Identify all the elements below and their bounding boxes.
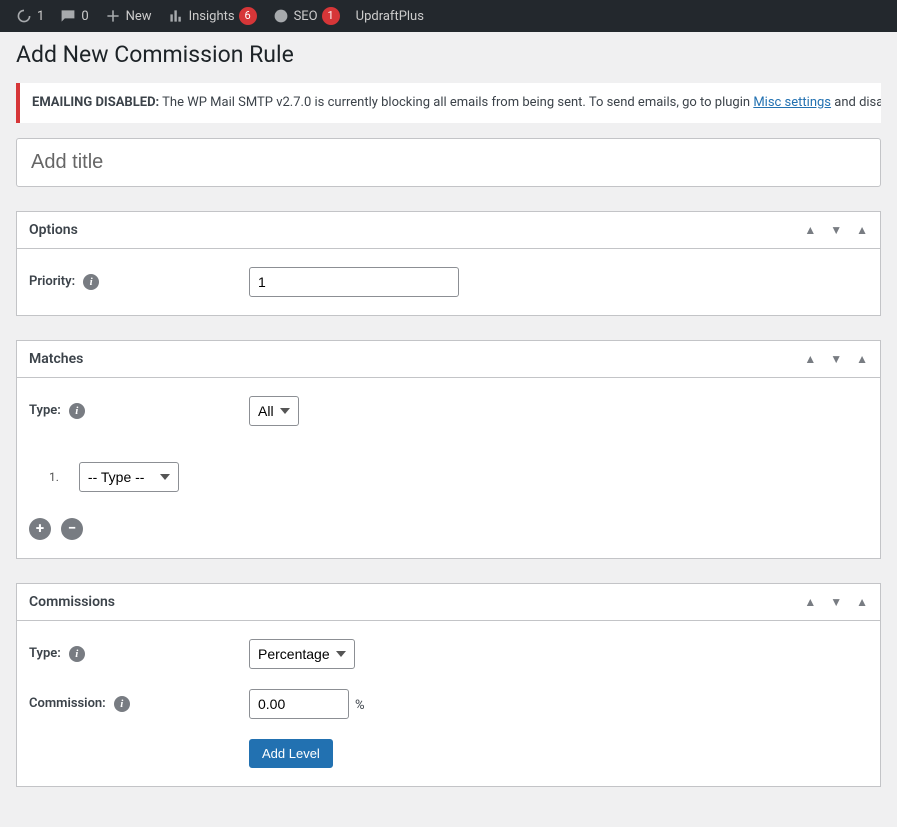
title-input[interactable]: [16, 138, 881, 187]
plus-icon: [105, 8, 121, 24]
updraft-item[interactable]: UpdraftPlus: [348, 0, 432, 32]
options-header: Options ▲ ▼ ▲: [17, 212, 880, 249]
seo-item[interactable]: SEO 1: [265, 0, 348, 32]
chevron-down-icon[interactable]: ▼: [830, 223, 842, 237]
info-icon[interactable]: i: [69, 403, 85, 419]
commissions-box: Commissions ▲ ▼ ▲ Type: i Percentage Com…: [16, 583, 881, 787]
matches-title: Matches: [29, 351, 83, 367]
info-icon[interactable]: i: [114, 696, 130, 712]
add-match-button[interactable]: +: [29, 518, 51, 540]
commission-suffix: %: [355, 698, 365, 713]
updates-count: 1: [37, 9, 44, 24]
remove-match-button[interactable]: −: [61, 518, 83, 540]
updates-item[interactable]: 1: [8, 0, 52, 32]
chevron-down-icon[interactable]: ▼: [830, 352, 842, 366]
matches-box: Matches ▲ ▼ ▲ Type: i All 1. -- Type -: [16, 340, 881, 559]
collapse-icon[interactable]: ▲: [856, 595, 868, 609]
matches-type-label: Type:: [29, 403, 61, 418]
commissions-title: Commissions: [29, 594, 115, 610]
insights-icon: [168, 8, 184, 24]
notice-text1: The WP Mail SMTP v2.7.0 is currently blo…: [159, 95, 753, 110]
match-row-type-select[interactable]: -- Type --: [79, 462, 179, 492]
seo-icon: [273, 8, 289, 24]
comment-icon: [60, 8, 76, 24]
commission-label: Commission:: [29, 696, 106, 711]
chevron-down-icon[interactable]: ▼: [830, 595, 842, 609]
seo-badge: 1: [322, 7, 340, 25]
chevron-up-icon[interactable]: ▲: [804, 352, 816, 366]
misc-settings-link[interactable]: Misc settings: [753, 95, 831, 110]
commissions-header: Commissions ▲ ▼ ▲: [17, 584, 880, 621]
new-item[interactable]: New: [97, 0, 160, 32]
updraft-label: UpdraftPlus: [356, 9, 424, 24]
page-title: Add New Commission Rule: [16, 32, 881, 78]
notice-text2: and disable th: [831, 95, 881, 110]
email-disabled-notice: EMAILING DISABLED: The WP Mail SMTP v2.7…: [16, 83, 881, 123]
priority-input[interactable]: [249, 267, 459, 297]
insights-badge: 6: [239, 7, 257, 25]
commission-input[interactable]: [249, 689, 349, 719]
commissions-type-label: Type:: [29, 646, 61, 661]
info-icon[interactable]: i: [83, 274, 99, 290]
matches-header: Matches ▲ ▼ ▲: [17, 341, 880, 378]
comments-count: 0: [81, 9, 88, 24]
commissions-type-select[interactable]: Percentage: [249, 639, 355, 669]
admin-bar: 1 0 New Insights 6 SEO 1 UpdraftPlus: [0, 0, 897, 32]
options-title: Options: [29, 222, 78, 238]
collapse-icon[interactable]: ▲: [856, 352, 868, 366]
chevron-up-icon[interactable]: ▲: [804, 595, 816, 609]
priority-label: Priority:: [29, 274, 75, 289]
updates-icon: [16, 8, 32, 24]
new-label: New: [126, 9, 152, 24]
insights-label: Insights: [189, 9, 235, 24]
add-level-button[interactable]: Add Level: [249, 739, 333, 768]
collapse-icon[interactable]: ▲: [856, 223, 868, 237]
notice-strong: EMAILING DISABLED:: [32, 95, 159, 110]
insights-item[interactable]: Insights 6: [160, 0, 265, 32]
matches-type-select[interactable]: All: [249, 396, 299, 426]
match-row-number: 1.: [49, 470, 59, 484]
info-icon[interactable]: i: [69, 646, 85, 662]
comments-item[interactable]: 0: [52, 0, 96, 32]
seo-label: SEO: [294, 9, 318, 24]
options-box: Options ▲ ▼ ▲ Priority: i: [16, 211, 881, 316]
chevron-up-icon[interactable]: ▲: [804, 223, 816, 237]
